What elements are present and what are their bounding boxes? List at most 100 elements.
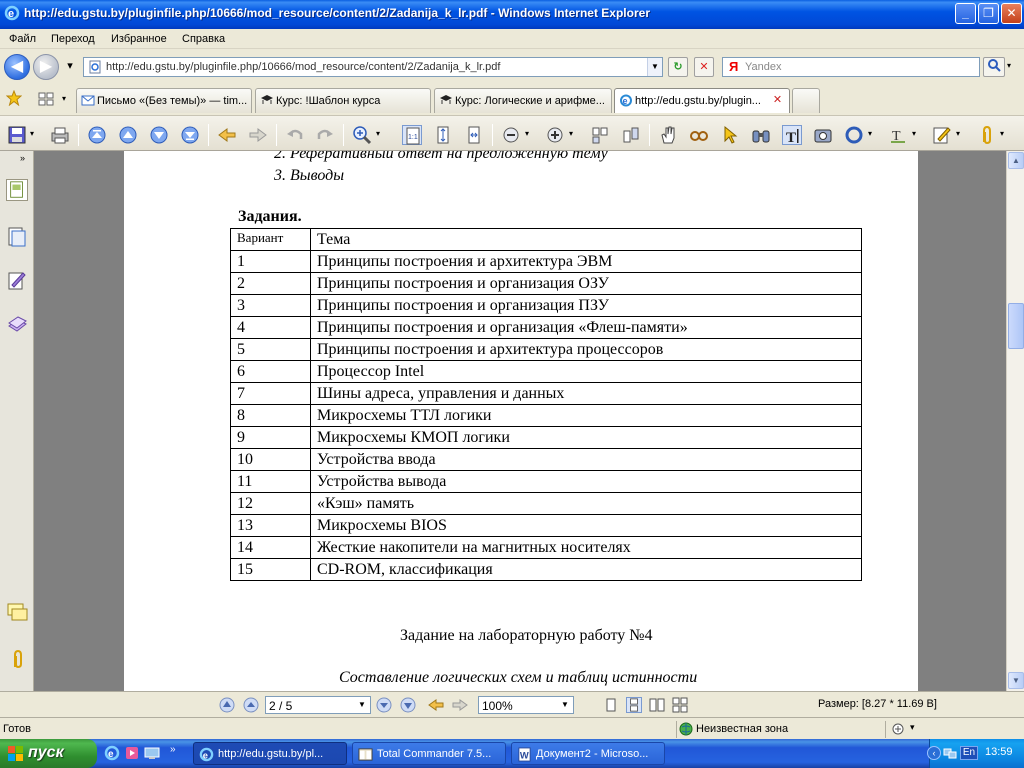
zoom-out-dropdown-icon[interactable]: ▾ [525, 129, 529, 138]
prev-view-icon[interactable] [217, 125, 237, 145]
page-selector[interactable]: 2 / 5 ▼ [265, 696, 371, 714]
new-tab-button[interactable] [792, 88, 820, 113]
title-bar[interactable]: e http://edu.gstu.by/pluginfile.php/1066… [0, 0, 1024, 29]
redo-icon[interactable] [315, 125, 335, 145]
vertical-scrollbar[interactable]: ▲ ▼ [1006, 151, 1024, 691]
zoom-selector[interactable]: 100% ▼ [478, 696, 574, 714]
refresh-button[interactable]: ↻ [668, 57, 688, 77]
glasses-icon[interactable] [689, 125, 709, 145]
typewriter-icon[interactable]: T [888, 125, 908, 145]
tab-course-template[interactable]: Курс: !Шаблон курса [255, 88, 431, 113]
task-word[interactable]: W Документ2 - Microso... [511, 742, 665, 765]
quick-tabs-icon[interactable] [38, 92, 54, 106]
last-page-small-icon[interactable] [400, 697, 416, 713]
comments-panel-icon[interactable] [6, 270, 28, 292]
save-icon[interactable] [7, 125, 27, 145]
favorites-star-icon[interactable] [6, 90, 22, 106]
hand-tool-icon[interactable] [658, 125, 678, 145]
fit-width-icon[interactable] [464, 125, 484, 145]
next-view-icon[interactable] [248, 125, 268, 145]
quicklaunch-more-icon[interactable]: » [170, 744, 176, 755]
page-dropdown-icon[interactable]: ▼ [355, 698, 369, 712]
first-page-small-icon[interactable] [219, 697, 235, 713]
next-page-icon[interactable] [149, 125, 169, 145]
layers-panel-icon[interactable] [6, 314, 28, 336]
menu-go[interactable]: Переход [51, 33, 95, 45]
nav-dropdown-icon[interactable]: ▾ [60, 57, 80, 77]
scroll-up-icon[interactable]: ▲ [1008, 152, 1024, 169]
start-button[interactable]: пуск [0, 739, 97, 768]
pdf-viewport[interactable]: 2. Реферативный ответ на предложенную те… [34, 151, 1006, 691]
stop-button[interactable]: ✕ [694, 57, 714, 77]
scroll-down-icon[interactable]: ▼ [1008, 672, 1024, 689]
typewriter-dropdown-icon[interactable]: ▾ [912, 129, 916, 138]
shape-circle-icon[interactable] [844, 125, 864, 145]
shape-dropdown-icon[interactable]: ▾ [868, 129, 872, 138]
protected-mode-indicator[interactable]: ▾ [885, 721, 935, 738]
zoom-plus-dropdown-icon[interactable]: ▾ [569, 129, 573, 138]
note-dropdown-icon[interactable]: ▾ [956, 129, 960, 138]
prev-page-icon[interactable] [118, 125, 138, 145]
zoom-out-icon[interactable] [501, 125, 521, 145]
close-tab-icon[interactable]: ✕ [770, 93, 785, 108]
menu-help[interactable]: Справка [182, 33, 225, 45]
scroll-thumb[interactable] [1008, 303, 1024, 349]
prev-page-small-icon[interactable] [243, 697, 259, 713]
continuous-view-icon[interactable] [626, 697, 642, 713]
first-page-icon[interactable] [87, 125, 107, 145]
print-icon[interactable] [50, 125, 70, 145]
task-ie[interactable]: e http://edu.gstu.by/pl... [193, 742, 347, 765]
snapshot-icon[interactable] [813, 125, 833, 145]
zoom-dropdown-icon[interactable]: ▾ [376, 129, 380, 138]
maximize-button[interactable]: ❐ [978, 3, 999, 24]
menu-file[interactable]: Файл [9, 33, 36, 45]
back-button[interactable]: ◀ [4, 54, 30, 80]
forward-button[interactable]: ▶ [33, 54, 59, 80]
back-view-small-icon[interactable] [428, 697, 444, 713]
binoculars-icon[interactable] [751, 125, 771, 145]
actual-size-icon[interactable]: 1:1 [402, 125, 422, 145]
close-button[interactable]: ✕ [1001, 3, 1022, 24]
search-options-icon[interactable]: ▾ [1007, 61, 1011, 70]
tab-pdf[interactable]: e http://edu.gstu.by/plugin... ✕ [614, 88, 790, 113]
tab-course-logic[interactable]: Курс: Логические и арифме... [434, 88, 612, 113]
note-pencil-icon[interactable] [932, 125, 952, 145]
tab-mail[interactable]: Письмо «(Без темы)» — tim... [76, 88, 252, 113]
facing-view-icon[interactable] [649, 697, 665, 713]
pages-panel-icon[interactable] [6, 179, 28, 201]
network-icon[interactable] [943, 746, 957, 760]
select-arrow-icon[interactable] [720, 125, 740, 145]
attachments-panel-icon[interactable] [6, 648, 28, 670]
text-select-icon[interactable]: T [782, 125, 802, 146]
zoom-dropdown-icon[interactable]: ▼ [558, 698, 572, 712]
tab-list-dropdown-icon[interactable]: ▾ [62, 94, 66, 103]
search-input[interactable]: Я Yandex [722, 57, 980, 77]
continuous-facing-view-icon[interactable] [672, 697, 688, 713]
address-dropdown-icon[interactable]: ▼ [647, 58, 662, 76]
next-page-small-icon[interactable] [376, 697, 392, 713]
undo-icon[interactable] [285, 125, 305, 145]
zoom-in-icon[interactable] [352, 125, 372, 145]
attachment-dropdown-icon[interactable]: ▾ [1000, 129, 1004, 138]
security-zone[interactable]: Неизвестная зона [676, 721, 880, 738]
last-page-icon[interactable] [180, 125, 200, 145]
two-page-icon[interactable] [621, 125, 641, 145]
single-page-icon[interactable] [590, 125, 610, 145]
task-total-commander[interactable]: Total Commander 7.5... [352, 742, 506, 765]
expand-panel-icon[interactable]: » [20, 153, 25, 163]
zoom-plus-icon[interactable] [545, 125, 565, 145]
forward-view-small-icon[interactable] [452, 697, 468, 713]
menu-favorites[interactable]: Избранное [111, 33, 167, 45]
language-indicator[interactable]: En [960, 746, 978, 760]
bookmarks-panel-icon[interactable] [6, 226, 28, 248]
media-quicklaunch-icon[interactable] [124, 745, 140, 761]
fit-page-icon[interactable] [433, 125, 453, 145]
attachment-icon[interactable] [976, 125, 996, 145]
search-button[interactable] [983, 57, 1005, 77]
single-page-view-icon[interactable] [603, 697, 619, 713]
save-dropdown-icon[interactable]: ▾ [30, 129, 34, 138]
ie-quicklaunch-icon[interactable]: e [104, 745, 120, 761]
tray-expand-icon[interactable]: ‹ [927, 746, 941, 760]
desktop-quicklaunch-icon[interactable] [144, 745, 160, 761]
notes-panel-icon[interactable] [6, 601, 28, 623]
